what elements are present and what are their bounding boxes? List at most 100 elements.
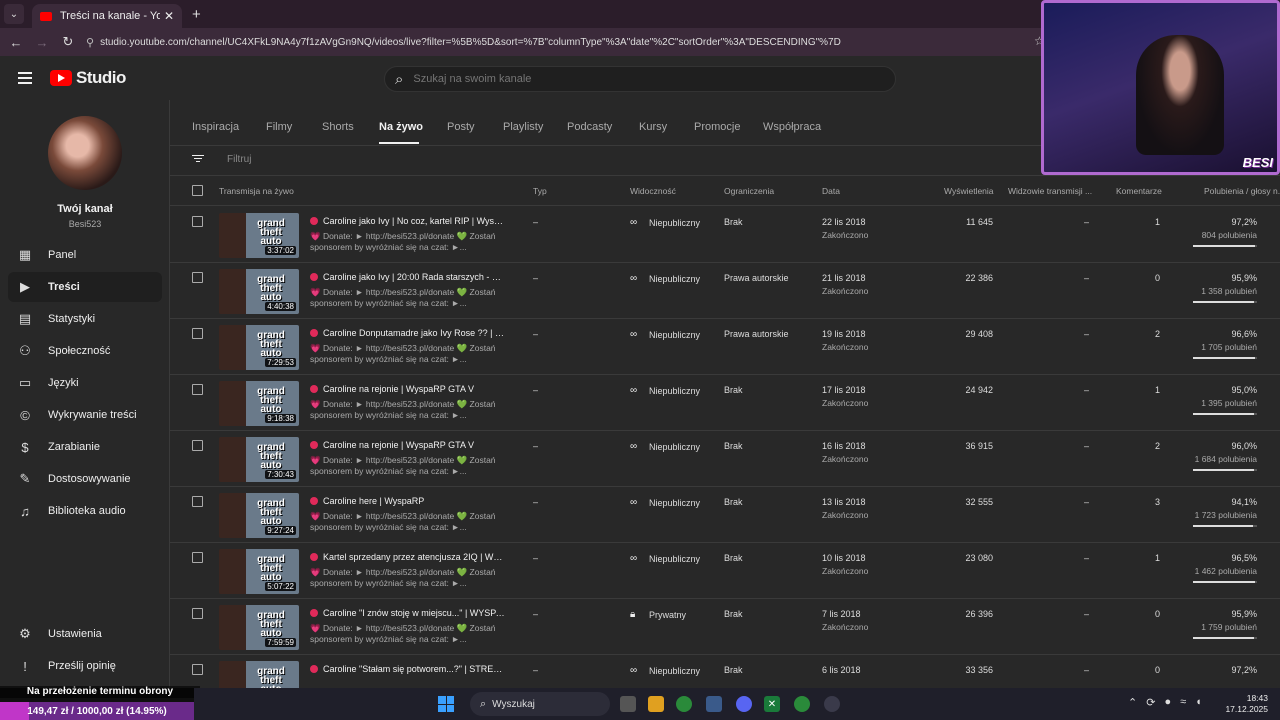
row-checkbox[interactable] [192, 216, 203, 227]
visibility-cell[interactable]: 🔒︎ Prywatny [630, 609, 686, 620]
video-thumbnail[interactable]: grand theft auto 7:59:59 [219, 605, 299, 650]
row-checkbox[interactable] [192, 384, 203, 395]
menu-icon[interactable] [18, 72, 32, 84]
close-tab-icon[interactable]: ✕ [164, 9, 174, 23]
table-row[interactable]: grand theft auto 4:40:38 Caroline jako Ivy |… [170, 263, 1280, 319]
table-row[interactable]: grand theft auto 7:30:43 Caroline na rejonie… [170, 431, 1280, 487]
file-explorer-icon[interactable] [648, 696, 664, 712]
sidebar-item-community[interactable]: ⚇ Społeczność [8, 336, 162, 366]
video-title[interactable]: Caroline na rejonie | WyspaRP GTA V [310, 384, 505, 394]
volume-icon[interactable]: ◖ [1195, 696, 1202, 709]
visibility-cell[interactable]: ∞ Niepubliczny [630, 553, 700, 564]
excel-icon[interactable]: ✕ [764, 696, 780, 712]
video-title[interactable]: Caroline na rejonie | WyspaRP GTA V [310, 440, 505, 450]
search-icon[interactable]: ⌕ [395, 71, 403, 88]
table-row[interactable]: grand theft auto 7:59:59 Caroline "I znów st… [170, 599, 1280, 655]
video-title[interactable]: Caroline jako Ivy | 20:00 Rada starszych… [310, 272, 505, 282]
channel-search[interactable]: ⌕ [384, 66, 896, 92]
filter-input[interactable]: Filtruj [227, 154, 251, 165]
tab-live[interactable]: Na żywo [379, 121, 423, 133]
table-row[interactable]: grand theft auto 9:27:24 Caroline here | Wys… [170, 487, 1280, 543]
video-thumbnail[interactable]: grand theft auto 9:18:38 [219, 381, 299, 426]
row-checkbox[interactable] [192, 664, 203, 675]
row-checkbox[interactable] [192, 552, 203, 563]
wifi-icon[interactable]: ≈ [1180, 696, 1186, 709]
tray-chevron-icon[interactable]: ⌃ [1128, 696, 1137, 709]
visibility-cell[interactable]: ∞ Niepubliczny [630, 665, 700, 676]
visibility-cell[interactable]: ∞ Niepubliczny [630, 217, 700, 228]
table-row[interactable]: grandtheftauto Caroline "Stałam się potwo… [170, 655, 1280, 688]
tab-collaboration[interactable]: Współpraca [763, 121, 821, 133]
column-comments[interactable]: Komentarze [1116, 186, 1162, 196]
browser-tab[interactable]: Treści na kanale - YouTube Studio ✕ [32, 4, 182, 28]
network-icon[interactable]: ⟳ [1146, 696, 1155, 709]
studio-logo[interactable]: Studio [50, 68, 126, 88]
video-thumbnail[interactable]: grand theft auto 5:07:22 [219, 549, 299, 594]
back-icon[interactable]: ← [6, 35, 26, 50]
video-thumbnail[interactable]: grand theft auto 7:29:53 [219, 325, 299, 370]
site-info-icon[interactable]: ⚲ [86, 36, 94, 49]
sidebar-item-monetization[interactable]: $ Zarabianie [8, 432, 162, 462]
row-checkbox[interactable] [192, 496, 203, 507]
table-row[interactable]: grand theft auto 5:07:22 Kartel sprzedany pr… [170, 543, 1280, 599]
sidebar-item-panel[interactable]: ▦ Panel [8, 240, 162, 270]
column-restrictions[interactable]: Ograniczenia [724, 186, 774, 196]
column-visibility[interactable]: Widoczność [630, 186, 676, 196]
tab-videos[interactable]: Filmy [266, 121, 292, 133]
tab-playlists[interactable]: Playlisty [503, 121, 543, 133]
tab-courses[interactable]: Kursy [639, 121, 667, 133]
sidebar-item-feedback[interactable]: ! Prześlij opinię [8, 651, 162, 681]
visibility-cell[interactable]: ∞ Niepubliczny [630, 497, 700, 508]
row-checkbox[interactable] [192, 440, 203, 451]
column-type[interactable]: Typ [533, 186, 547, 196]
row-checkbox[interactable] [192, 328, 203, 339]
tab-podcasts[interactable]: Podcasty [567, 121, 612, 133]
tab-promotions[interactable]: Promocje [694, 121, 740, 133]
video-title[interactable]: Caroline here | WyspaRP [310, 496, 505, 506]
video-title[interactable]: Caroline "I znów stoję w miejscu..." | W… [310, 608, 505, 618]
column-likes[interactable]: Polubienia / głosy n... [1204, 186, 1280, 196]
tab-search-button[interactable]: ⌄ [4, 4, 24, 24]
sidebar-item-audio-library[interactable]: ♫ Biblioteka audio [8, 496, 162, 526]
video-thumbnail[interactable]: grand theft auto 4:40:38 [219, 269, 299, 314]
sidebar-item-settings[interactable]: ⚙ Ustawienia [8, 619, 162, 649]
windows-start-icon[interactable] [438, 696, 454, 712]
video-thumbnail[interactable]: grand theft auto 3:37:02 [219, 213, 299, 258]
visibility-cell[interactable]: ∞ Niepubliczny [630, 385, 700, 396]
select-all-checkbox[interactable] [192, 185, 203, 196]
forward-icon[interactable]: → [32, 35, 52, 50]
tab-posts[interactable]: Posty [447, 121, 475, 133]
sidebar-item-copyright[interactable]: © Wykrywanie treści [8, 400, 162, 430]
sidebar-item-content[interactable]: ▶ Treści [8, 272, 162, 302]
row-checkbox[interactable] [192, 608, 203, 619]
channel-avatar[interactable] [48, 116, 122, 190]
column-title[interactable]: Transmisja na żywo [219, 186, 294, 196]
sidebar-item-languages[interactable]: ▭ Języki [8, 368, 162, 398]
visibility-cell[interactable]: ∞ Niepubliczny [630, 441, 700, 452]
column-views[interactable]: Wyświetlenia [944, 186, 994, 196]
taskbar-search[interactable]: ⌕ Wyszukaj [470, 692, 610, 716]
calculator-icon[interactable] [706, 696, 722, 712]
video-thumbnail[interactable]: grand theft auto 9:27:24 [219, 493, 299, 538]
taskbar-clock[interactable]: 18:43 17.12.2025 [1225, 693, 1268, 715]
visibility-cell[interactable]: ∞ Niepubliczny [630, 329, 700, 340]
new-tab-button[interactable]: + [192, 6, 201, 23]
chrome-profile-icon[interactable] [794, 696, 810, 712]
tab-inspiration[interactable]: Inspiracja [192, 121, 239, 133]
task-view-icon[interactable] [620, 696, 636, 712]
video-thumbnail[interactable]: grandtheftauto [219, 661, 299, 688]
video-title[interactable]: Caroline Donputamadre jako Ivy Rose ?? |… [310, 328, 505, 338]
reload-icon[interactable]: ↻ [58, 34, 78, 50]
filter-icon[interactable] [192, 155, 204, 162]
column-live-viewers[interactable]: Widzowie transmisji ... [1008, 186, 1092, 196]
video-title[interactable]: Caroline "Stałam się potworem...?" | STR… [310, 664, 505, 674]
discord-icon[interactable] [736, 696, 752, 712]
column-date[interactable]: Data [822, 186, 840, 196]
sidebar-item-analytics[interactable]: ▤ Statystyki [8, 304, 162, 334]
video-thumbnail[interactable]: grand theft auto 7:30:43 [219, 437, 299, 482]
chrome-icon[interactable] [676, 696, 692, 712]
visibility-cell[interactable]: ∞ Niepubliczny [630, 273, 700, 284]
tab-shorts[interactable]: Shorts [322, 121, 354, 133]
video-title[interactable]: Kartel sprzedany przez atencjusza 2IQ | … [310, 552, 505, 562]
search-input[interactable] [413, 73, 814, 85]
